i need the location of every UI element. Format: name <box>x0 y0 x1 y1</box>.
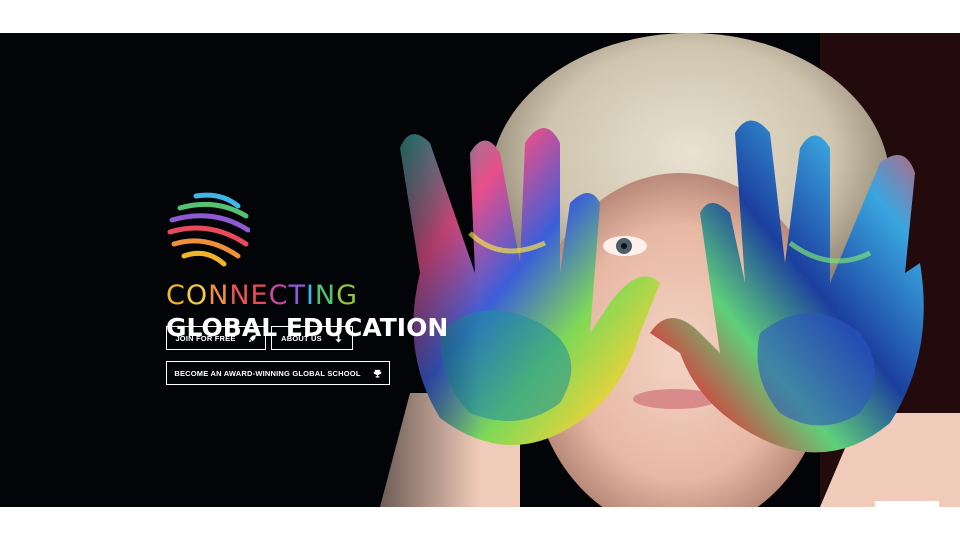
headline-letter: T <box>288 280 306 311</box>
about-us-button[interactable]: ABOUT US <box>271 326 353 350</box>
headline-letter: C <box>268 280 289 311</box>
headline-connecting: CONNECTING <box>166 281 448 311</box>
hero-photo-child-painted-hands <box>0 33 960 507</box>
logo-globe-icon <box>166 186 251 270</box>
join-for-free-button[interactable]: JOIN FOR FREE <box>166 326 266 350</box>
headline-letter: E <box>250 280 269 311</box>
hero-banner: CONNECTING GLOBAL EDUCATION JOIN FOR FRE… <box>0 33 960 507</box>
headline-letter: N <box>229 280 251 311</box>
headline-letter: I <box>305 280 315 311</box>
join-for-free-label: JOIN FOR FREE <box>175 333 236 343</box>
arrow-down-icon <box>334 334 343 343</box>
headline-letter: G <box>336 280 359 311</box>
headline-letter: O <box>185 280 209 311</box>
headline-letter: N <box>314 280 337 311</box>
headline-letter: C <box>166 280 186 311</box>
headline-letter: N <box>208 280 230 311</box>
corner-widget[interactable] <box>875 501 939 507</box>
become-award-winning-school-label: BECOME AN AWARD-WINNING GLOBAL SCHOOL <box>174 368 361 378</box>
rocket-icon <box>248 334 257 343</box>
about-us-label: ABOUT US <box>281 333 322 343</box>
trophy-icon <box>373 369 382 378</box>
become-award-winning-school-button[interactable]: BECOME AN AWARD-WINNING GLOBAL SCHOOL <box>166 361 390 385</box>
